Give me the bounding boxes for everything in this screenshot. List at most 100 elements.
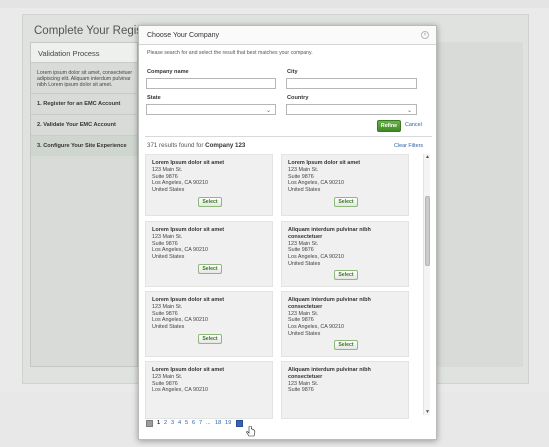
result-address-line: Suite 9876: [288, 317, 314, 324]
modal-header: Choose Your Company ×: [139, 26, 436, 45]
page-number: ...: [206, 420, 211, 426]
results-scrollbar[interactable]: ▲ ▼: [423, 154, 430, 415]
result-card: Aliquam interdum pulvinar nibh consectet…: [281, 361, 409, 419]
results-count-prefix: 371 results found for: [147, 142, 206, 149]
result-address-line: United States: [152, 186, 185, 193]
cancel-link[interactable]: Cancel: [405, 122, 422, 128]
select-button[interactable]: Select: [334, 340, 358, 351]
page-number[interactable]: 4: [178, 420, 181, 426]
next-page-icon[interactable]: [236, 420, 243, 427]
result-address-line: Suite 9876: [152, 310, 178, 317]
results-query: Company 123: [205, 142, 246, 149]
scroll-down-icon[interactable]: ▼: [425, 409, 430, 415]
scroll-thumb[interactable]: [425, 196, 430, 266]
result-address-line: 123 Main St.: [288, 380, 319, 387]
result-company-name: Aliquam interdum pulvinar nibh consectet…: [288, 227, 371, 240]
result-address-line: Los Angeles, CA 90210: [152, 317, 209, 324]
validation-step: 3. Configure Your Site Experience: [31, 134, 137, 156]
refine-button[interactable]: Refine: [377, 120, 401, 132]
results-count: 371 results found for Company 123: [147, 142, 245, 149]
company-name-label: Company name: [147, 69, 189, 75]
page-number[interactable]: 18: [215, 420, 221, 426]
choose-company-modal: Choose Your Company × Please search for …: [138, 25, 437, 440]
result-address-line: Suite 9876: [152, 240, 178, 247]
result-company-name: Lorem Ipsum dolor sit amet: [152, 227, 225, 233]
result-card: Lorem Ipsum dolor sit amet 123 Main St. Su…: [145, 291, 273, 357]
country-label: Country: [287, 95, 309, 101]
result-card: Lorem Ipsum dolor sit amet 123 Main St. Su…: [145, 154, 273, 216]
result-company-name: Lorem Ipsum dolor sit amet: [288, 160, 361, 166]
select-button[interactable]: Select: [198, 333, 222, 344]
result-address-line: 123 Main St.: [288, 167, 319, 174]
result-address-line: United States: [152, 323, 185, 330]
result-card: Lorem Ipsum dolor sit amet 123 Main St. Su…: [145, 361, 273, 419]
page-number[interactable]: 7: [199, 420, 202, 426]
result-address-line: 123 Main St.: [152, 374, 183, 381]
chevron-down-icon: ⌄: [265, 108, 271, 114]
page-number[interactable]: 2: [164, 420, 167, 426]
select-button[interactable]: Select: [334, 196, 358, 207]
scroll-up-icon[interactable]: ▲: [425, 154, 430, 160]
result-address-line: Suite 9876: [152, 380, 178, 387]
page-number[interactable]: 6: [192, 420, 195, 426]
result-address-line: 123 Main St.: [288, 240, 319, 247]
result-address-line: 123 Main St.: [152, 304, 183, 311]
result-company-name: Lorem Ipsum dolor sit amet: [152, 297, 225, 303]
state-select[interactable]: ⌄: [146, 104, 276, 115]
hand-pointer-icon: [246, 426, 256, 437]
result-card: Lorem Ipsum dolor sit amet 123 Main St. Su…: [281, 154, 409, 216]
result-company-name: Lorem Ipsum dolor sit amet: [152, 160, 225, 166]
close-icon[interactable]: ×: [421, 31, 429, 39]
result-address-line: Suite 9876: [288, 173, 314, 180]
select-button[interactable]: Select: [334, 270, 358, 281]
divider: [145, 136, 432, 137]
page-number[interactable]: 19: [225, 420, 231, 426]
modal-instructions: Please search for and select the result …: [147, 50, 313, 56]
result-address-line: Los Angeles, CA 90210: [152, 247, 209, 254]
validation-process-title: Validation Process: [31, 43, 137, 63]
result-address-line: United States: [288, 330, 321, 337]
select-button[interactable]: Select: [198, 263, 222, 274]
validation-step: 1. Register for an EMC Account: [31, 92, 137, 114]
modal-title: Choose Your Company: [147, 32, 219, 39]
result-address-line: Suite 9876: [288, 387, 314, 394]
result-address-line: Los Angeles, CA 90210: [288, 323, 345, 330]
state-label: State: [147, 95, 161, 101]
result-address-line: United States: [152, 253, 185, 260]
result-card: Lorem Ipsum dolor sit amet 123 Main St. Su…: [145, 221, 273, 287]
browser-top-strip: [0, 0, 549, 8]
page-number[interactable]: 5: [185, 420, 188, 426]
validation-process-text: Lorem ipsum dolor sit amet, consectetuer…: [37, 70, 133, 89]
prev-page-icon[interactable]: [146, 420, 153, 427]
clear-filters-link[interactable]: Clear Filters: [394, 143, 423, 149]
city-label: City: [287, 69, 298, 75]
result-address-line: Suite 9876: [288, 247, 314, 254]
result-address-line: United States: [288, 186, 321, 193]
page-number[interactable]: 3: [171, 420, 174, 426]
result-address-line: 123 Main St.: [152, 167, 183, 174]
result-address-line: Suite 9876: [152, 173, 178, 180]
result-address-line: 123 Main St.: [288, 310, 319, 317]
result-address-line: Los Angeles, CA 90210: [152, 387, 209, 394]
result-card: Aliquam interdum pulvinar nibh consectet…: [281, 221, 409, 287]
country-select[interactable]: ⌄: [286, 104, 417, 115]
result-address-line: Los Angeles, CA 90210: [288, 253, 345, 260]
validation-steps: 1. Register for an EMC Account 2. Validat…: [31, 92, 137, 156]
select-button[interactable]: Select: [198, 196, 222, 207]
result-address-line: 123 Main St.: [152, 234, 183, 241]
chevron-down-icon: ⌄: [406, 108, 412, 114]
page-number[interactable]: 1: [157, 420, 160, 426]
city-input[interactable]: [286, 78, 417, 89]
result-card: Aliquam interdum pulvinar nibh consectet…: [281, 291, 409, 357]
result-address-line: United States: [288, 260, 321, 267]
result-address-line: Los Angeles, CA 90210: [152, 180, 209, 187]
result-company-name: Aliquam interdum pulvinar nibh consectet…: [288, 367, 371, 380]
background-content-area: [423, 42, 523, 367]
results-grid: Lorem Ipsum dolor sit amet 123 Main St. Su…: [139, 154, 424, 419]
result-company-name: Lorem Ipsum dolor sit amet: [152, 367, 225, 373]
validation-process-panel: Validation Process Lorem ipsum dolor sit…: [30, 42, 138, 367]
validation-step: 2. Validate Your EMC Account: [31, 113, 137, 135]
result-address-line: Los Angeles, CA 90210: [288, 180, 345, 187]
company-name-input[interactable]: [146, 78, 276, 89]
result-company-name: Aliquam interdum pulvinar nibh consectet…: [288, 297, 371, 310]
